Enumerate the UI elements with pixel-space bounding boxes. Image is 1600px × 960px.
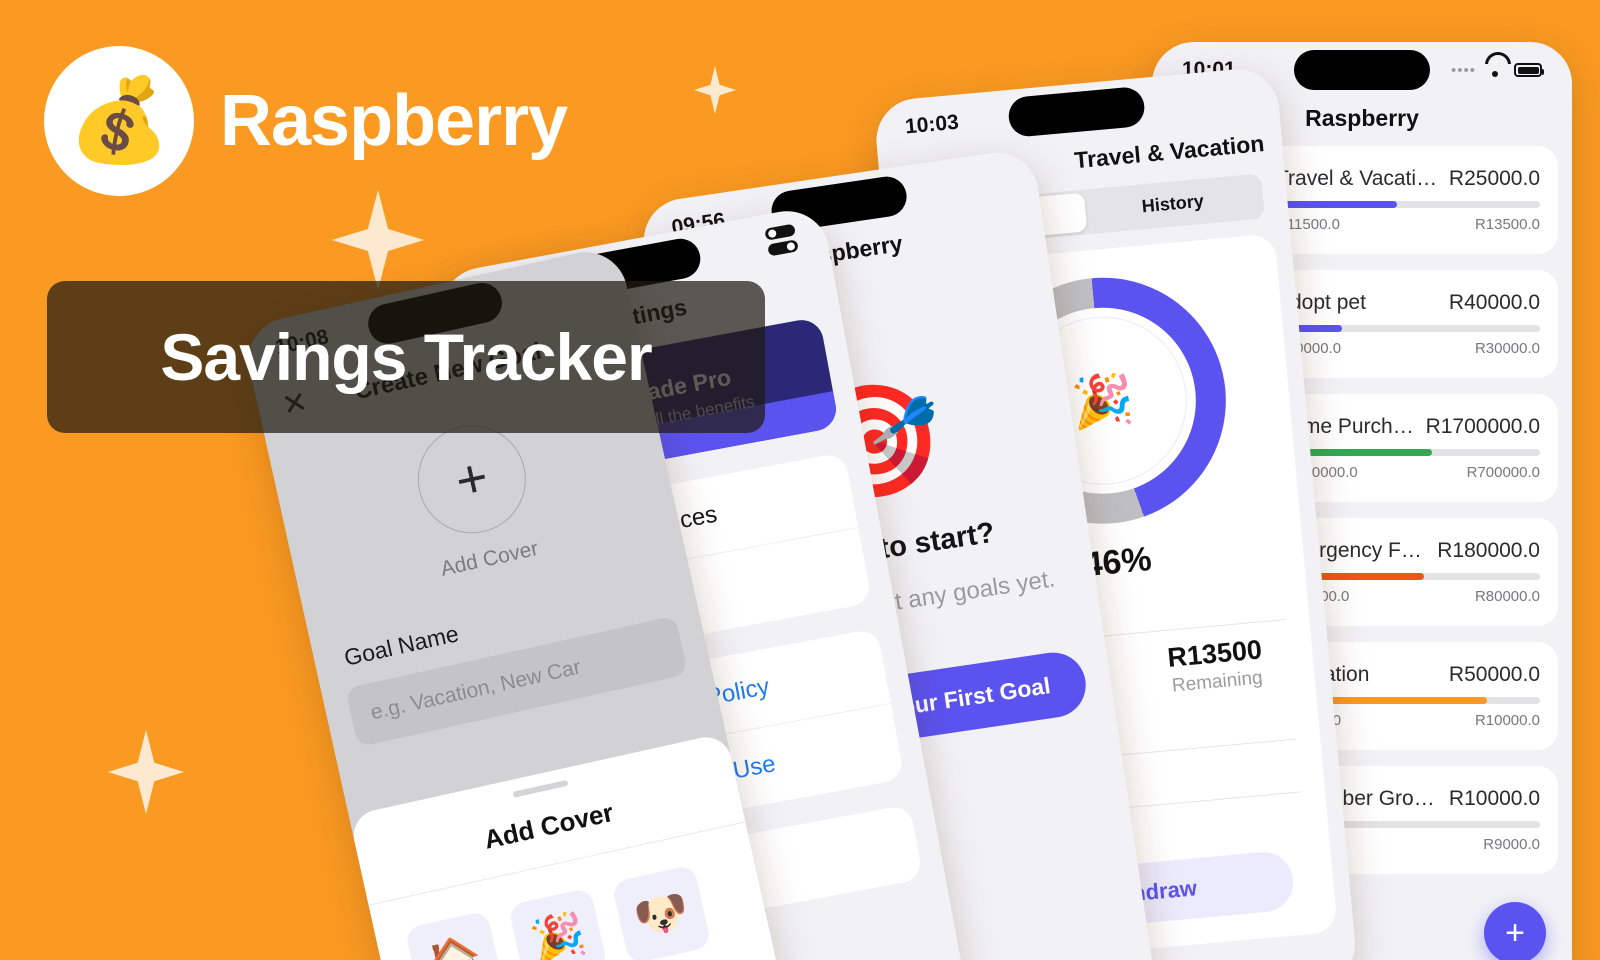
app-logo-icon: 💰 xyxy=(44,46,194,196)
sparkle-decoration xyxy=(694,66,736,114)
emoji-option[interactable]: 🏠 xyxy=(404,910,505,960)
goal-body: Adopt pet R40000.0 R10000.0 R30000.0 xyxy=(1276,291,1540,357)
goal-remaining: R10000.0 xyxy=(1474,712,1540,729)
promo-stage: 10:01 •••• Raspberry 🎉Travel & VacationR… xyxy=(0,0,1600,960)
emoji-option[interactable]: 🎉 xyxy=(507,887,609,960)
goal-remaining: R80000.0 xyxy=(1474,588,1540,605)
status-indicators: •••• xyxy=(1450,61,1544,79)
brand-header: 💰 Raspberry xyxy=(44,46,568,196)
add-cover-plus-icon: + xyxy=(407,414,537,544)
goal-name: Travel & Vacation xyxy=(1276,167,1439,190)
page-title: Raspberry xyxy=(1305,104,1419,131)
goal-target: R40000.0 xyxy=(1448,291,1540,314)
wifi-icon xyxy=(1485,63,1505,78)
status-indicators xyxy=(764,223,799,257)
goal-remaining: R9000.0 xyxy=(1483,836,1540,853)
sliders-icon[interactable] xyxy=(764,223,799,257)
goal-progress-bar xyxy=(1276,325,1540,332)
signal-icon: •••• xyxy=(1450,61,1476,79)
sparkle-decoration xyxy=(332,190,424,290)
goal-target: R180000.0 xyxy=(1437,539,1540,562)
emoji-option[interactable]: 🐶 xyxy=(611,864,712,960)
battery-icon xyxy=(1514,63,1544,77)
goal-target: R50000.0 xyxy=(1448,663,1540,686)
goal-target: R25000.0 xyxy=(1448,167,1540,190)
status-time: 10:03 xyxy=(904,110,960,139)
goal-target: R10000.0 xyxy=(1448,787,1540,810)
goal-target: R1700000.0 xyxy=(1425,415,1540,438)
sheet-grip[interactable] xyxy=(512,779,569,798)
promo-banner-text: Savings Tracker xyxy=(160,320,652,394)
dynamic-island xyxy=(1294,50,1430,90)
goal-remaining: R30000.0 xyxy=(1474,340,1540,357)
sparkle-decoration xyxy=(108,730,184,814)
goal-remaining: R700000.0 xyxy=(1466,464,1540,481)
goal-progress-bar xyxy=(1276,449,1540,456)
add-cover-sheet: Add Cover 🏠🎉🐶 xyxy=(348,732,791,960)
promo-banner: Savings Tracker xyxy=(47,281,765,433)
add-goal-fab[interactable]: + xyxy=(1484,902,1546,960)
goal-remaining: R13500.0 xyxy=(1474,216,1540,233)
brand-title: Raspberry xyxy=(220,81,568,161)
goal-body: Home Purchase R1700000.0 R1000000.0 R700000… xyxy=(1276,415,1540,481)
remaining-amount: R13500 Remaining xyxy=(1140,632,1291,700)
dynamic-island xyxy=(1007,85,1147,138)
goal-progress-bar xyxy=(1276,201,1540,208)
goal-body: Travel & Vacation R25000.0 R11500.0 R13500.… xyxy=(1276,167,1540,233)
